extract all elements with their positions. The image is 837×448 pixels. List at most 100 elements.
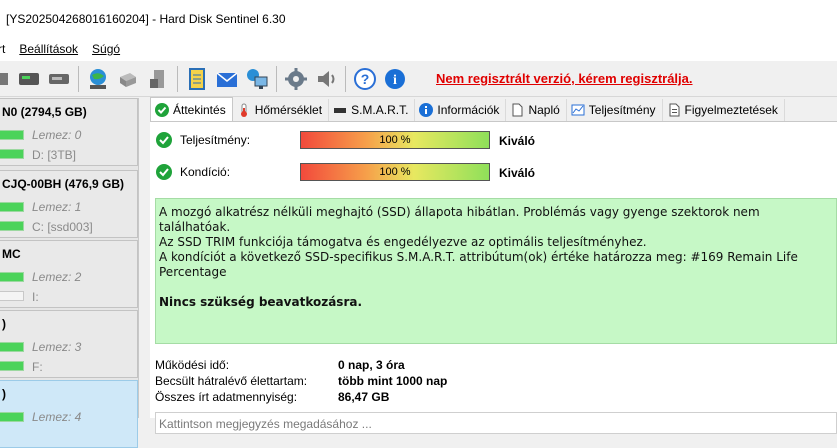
network-computer-icon[interactable] bbox=[244, 66, 270, 92]
overview-content: Teljesítmény: 100 % Kiváló Kondíció: 100… bbox=[150, 122, 837, 434]
uptime-value: 0 nap, 3 óra bbox=[338, 358, 405, 372]
disk-health-bar bbox=[0, 342, 24, 352]
document-icon bbox=[510, 103, 524, 117]
smart-chip-icon bbox=[333, 103, 347, 117]
volume-label[interactable]: D: [3TB] bbox=[32, 148, 76, 162]
tab-performance[interactable]: Teljesítmény bbox=[567, 99, 663, 121]
tab-label: Információk bbox=[437, 103, 500, 117]
volume-bar bbox=[0, 149, 24, 159]
volume-bar bbox=[0, 221, 24, 231]
network-globe-icon[interactable] bbox=[85, 66, 111, 92]
disk-details-panel: Áttekintés Hőmérséklet S.M.A.R.T. Inform… bbox=[150, 97, 837, 434]
disk-item[interactable]: ) Lemez: 3 F: bbox=[0, 310, 138, 378]
tab-smart[interactable]: S.M.A.R.T. bbox=[329, 99, 416, 121]
tab-label: S.M.A.R.T. bbox=[351, 103, 409, 117]
total-written-label: Összes írt adatmennyiség: bbox=[155, 390, 298, 404]
uptime-label: Működési idő: bbox=[155, 358, 230, 372]
remaining-life-value: több mint 1000 nap bbox=[338, 374, 448, 388]
tab-alerts[interactable]: Figyelmeztetések bbox=[663, 99, 785, 121]
tab-label: Napló bbox=[528, 103, 560, 117]
recommended-action: Nincs szükség beavatkozásra. bbox=[159, 295, 363, 309]
performance-percent: 100 % bbox=[379, 134, 411, 146]
info-icon bbox=[419, 103, 434, 117]
health-row: Kondíció: bbox=[156, 164, 300, 180]
menu-item-partial[interactable]: rt bbox=[0, 42, 5, 56]
status-line: Az SSD TRIM funkciója támogatva és enged… bbox=[159, 235, 647, 249]
toolbar-separator bbox=[78, 65, 79, 92]
help-icon[interactable]: ? bbox=[352, 66, 378, 92]
tab-log[interactable]: Napló bbox=[506, 99, 567, 121]
health-bar: 100 % bbox=[300, 163, 490, 181]
performance-status: Kiváló bbox=[499, 134, 536, 148]
disk-health-bar bbox=[0, 412, 24, 422]
window-title-bar: [YS202504268016160204] - Hard Disk Senti… bbox=[0, 0, 837, 37]
tab-bar: Áttekintés Hőmérséklet S.M.A.R.T. Inform… bbox=[150, 97, 837, 122]
volume-label[interactable]: C: [ssd003] bbox=[32, 220, 93, 234]
disk-health-bar bbox=[0, 130, 24, 140]
disk-name: ) bbox=[2, 317, 6, 331]
performance-label: Teljesítmény: bbox=[180, 133, 251, 147]
disk-number: Lemez: 0 bbox=[32, 128, 82, 142]
disk-number: Lemez: 4 bbox=[32, 410, 82, 424]
disk-item[interactable]: CJQ-00BH (476,9 GB) Lemez: 1 C: [ssd003] bbox=[0, 170, 138, 238]
total-written-value: 86,47 GB bbox=[338, 390, 390, 404]
info-icon[interactable]: i bbox=[382, 66, 408, 92]
chart-icon bbox=[571, 103, 585, 117]
status-line: A kondíciót a következő SSD-specifikus S… bbox=[159, 250, 798, 279]
disk-item[interactable]: MC Lemez: 2 I: bbox=[0, 240, 138, 308]
tab-temperature[interactable]: Hőmérséklet bbox=[233, 99, 330, 121]
disk-icon[interactable] bbox=[0, 66, 10, 92]
disk-health-bar bbox=[0, 202, 24, 212]
check-circle-icon bbox=[156, 164, 172, 180]
disk-health-bar bbox=[0, 272, 24, 282]
menu-bar: rt Beállítások Súgó bbox=[0, 37, 837, 61]
gear-icon[interactable] bbox=[283, 66, 309, 92]
drive-icon[interactable] bbox=[115, 66, 141, 92]
volume-bar bbox=[0, 291, 24, 301]
menu-item-settings[interactable]: Beállítások bbox=[19, 42, 78, 56]
report-icon[interactable] bbox=[184, 66, 210, 92]
toolbar-separator bbox=[345, 65, 346, 92]
disk-item[interactable]: N0 (2794,5 GB) Lemez: 0 D: [3TB] bbox=[0, 98, 138, 166]
disk-number: Lemez: 3 bbox=[32, 340, 82, 354]
menu-item-help[interactable]: Súgó bbox=[92, 42, 120, 56]
disk-name: ) bbox=[2, 387, 6, 401]
email-icon[interactable] bbox=[214, 66, 240, 92]
disk-number: Lemez: 2 bbox=[32, 270, 82, 284]
speaker-icon[interactable] bbox=[313, 66, 339, 92]
tab-label: Áttekintés bbox=[173, 102, 226, 117]
disk-item-selected[interactable]: ) Lemez: 4 bbox=[0, 380, 138, 448]
toolbar-separator bbox=[177, 65, 178, 92]
disk-name: MC bbox=[2, 247, 21, 261]
volume-bar bbox=[0, 361, 24, 371]
status-description-box: A mozgó alkatrész nélküli meghajtó (SSD)… bbox=[155, 198, 837, 344]
status-line: A mozgó alkatrész nélküli meghajtó (SSD)… bbox=[159, 205, 760, 234]
tab-label: Hőmérséklet bbox=[254, 103, 323, 117]
tab-information[interactable]: Információk bbox=[415, 99, 507, 121]
tower-icon[interactable] bbox=[145, 66, 171, 92]
svg-text:?: ? bbox=[361, 71, 370, 87]
tab-label: Teljesítmény bbox=[588, 103, 656, 117]
window-title: [YS202504268016160204] - Hard Disk Senti… bbox=[6, 11, 286, 26]
tab-label: Figyelmeztetések bbox=[684, 103, 778, 117]
volume-label[interactable]: F: bbox=[32, 360, 43, 374]
svg-text:i: i bbox=[393, 73, 397, 88]
unregistered-version-link[interactable]: Nem regisztrált verzió, kérem regisztrál… bbox=[436, 71, 693, 86]
check-circle-icon bbox=[155, 102, 169, 117]
toolbar: ? i Nem regisztrált verzió, kérem regisz… bbox=[0, 61, 837, 97]
health-percent: 100 % bbox=[379, 166, 411, 178]
volume-label[interactable]: I: bbox=[32, 290, 39, 304]
comment-field[interactable]: Kattintson megjegyzés megadásához ... bbox=[155, 412, 837, 434]
alert-document-icon bbox=[667, 103, 681, 117]
disk-green-icon[interactable] bbox=[16, 66, 42, 92]
health-label: Kondíció: bbox=[180, 165, 231, 179]
disk-name: CJQ-00BH (476,9 GB) bbox=[2, 177, 125, 191]
check-circle-icon bbox=[156, 132, 172, 148]
toolbar-separator bbox=[276, 65, 277, 92]
performance-row: Teljesítmény: bbox=[156, 132, 300, 148]
thermometer-icon bbox=[237, 103, 251, 117]
disk-number: Lemez: 1 bbox=[32, 200, 82, 214]
tab-overview[interactable]: Áttekintés bbox=[150, 97, 233, 121]
disk-ssd-icon[interactable] bbox=[46, 66, 72, 92]
health-status: Kiváló bbox=[499, 166, 536, 180]
